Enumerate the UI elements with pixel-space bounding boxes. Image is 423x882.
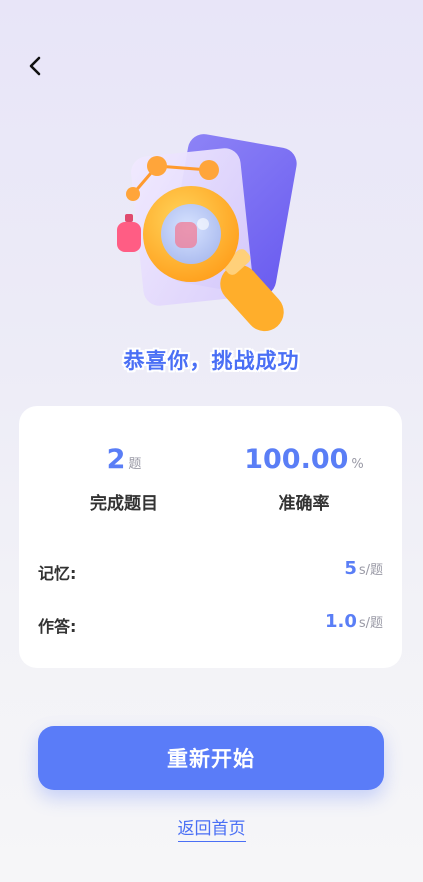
- result-card: 2题 完成题目 100.00% 准确率 记忆: 5 s/题 作答: 1.0 s/题: [19, 406, 402, 668]
- memory-time-value-group: 5 s/题: [344, 558, 383, 579]
- completed-count-label: 完成题目: [90, 494, 158, 514]
- back-button[interactable]: [20, 50, 52, 82]
- memory-time-row: 记忆: 5 s/题: [38, 558, 383, 586]
- completed-count-unit: 题: [128, 457, 142, 472]
- success-headline: 恭喜你，挑战成功: [123, 349, 300, 373]
- chevron-left-icon: [29, 56, 41, 76]
- memory-time-label: 记忆:: [38, 564, 77, 583]
- answer-time-value-group: 1.0 s/题: [325, 611, 383, 632]
- completed-count-stat: 2题 完成题目: [29, 444, 219, 514]
- accuracy-unit: %: [351, 457, 364, 472]
- answer-time-value: 1.0: [324, 611, 357, 632]
- memory-time-value: 5: [344, 558, 357, 579]
- restart-button[interactable]: 重新开始: [38, 726, 384, 790]
- return-home-link[interactable]: 返回首页: [177, 819, 246, 842]
- accuracy-value: 100.00: [244, 444, 349, 475]
- home-link-container: 返回首页: [0, 814, 423, 842]
- answer-time-row: 作答: 1.0 s/题: [38, 611, 383, 639]
- accuracy-stat: 100.00% 准确率: [209, 444, 399, 514]
- answer-time-unit: s/题: [358, 616, 383, 631]
- completed-count-value: 2: [106, 444, 126, 475]
- memory-time-unit: s/题: [358, 563, 383, 578]
- accuracy-label: 准确率: [278, 494, 330, 514]
- magnifier-document-illustration: [105, 130, 305, 345]
- answer-time-label: 作答:: [38, 617, 77, 636]
